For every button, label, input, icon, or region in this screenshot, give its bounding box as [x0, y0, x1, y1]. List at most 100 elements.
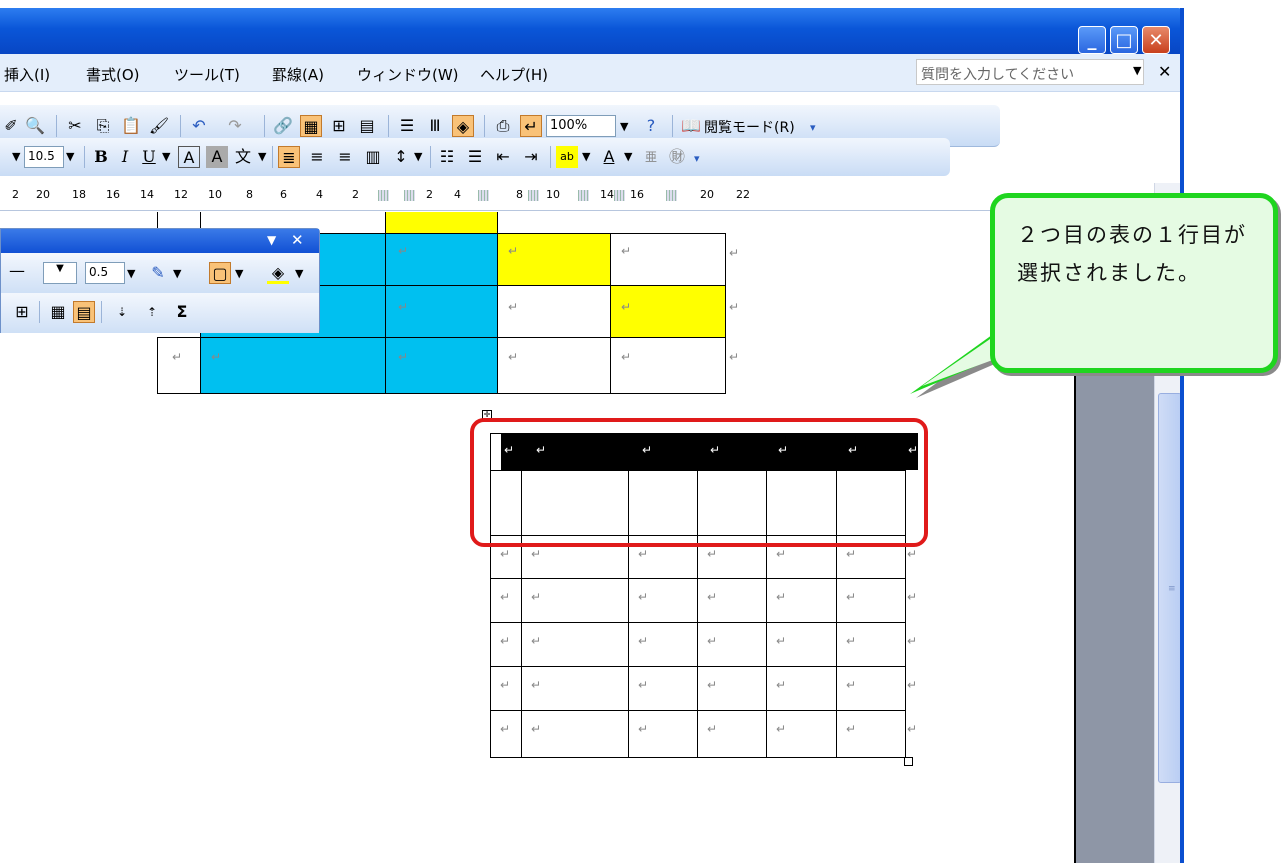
- align-right-icon[interactable]: ≡: [334, 146, 356, 168]
- shading-dropdown-icon[interactable]: ▼: [295, 267, 303, 280]
- paste-icon[interactable]: 📋: [120, 115, 142, 137]
- font-size-dropdown-icon[interactable]: ▼: [66, 150, 74, 163]
- table-cell[interactable]: ↵: [497, 337, 611, 394]
- table-column-marker[interactable]: [478, 190, 489, 201]
- sort-ascending-icon[interactable]: ⇣: [111, 301, 133, 323]
- align-center-icon[interactable]: ≡: [306, 146, 328, 168]
- toolbar2-options-icon[interactable]: ▾: [694, 152, 700, 165]
- menu-format[interactable]: 書式(O): [86, 64, 140, 85]
- numbering-icon[interactable]: ☷: [436, 146, 458, 168]
- toolbar-menu-icon[interactable]: ▼: [267, 233, 276, 247]
- insert-table-icon[interactable]: ⊞: [328, 115, 350, 137]
- table-column-marker[interactable]: [666, 190, 677, 201]
- phonetic-guide-icon[interactable]: 亜: [640, 146, 662, 168]
- decrease-indent-icon[interactable]: ⇤: [492, 146, 514, 168]
- font-color-dropdown-icon[interactable]: ▼: [624, 150, 632, 163]
- align-left-icon[interactable]: ≣: [278, 146, 300, 168]
- table-cell[interactable]: ↵: [200, 337, 386, 394]
- show-hide-icon[interactable]: ↵: [520, 115, 542, 137]
- outside-border-icon[interactable]: ▢: [209, 262, 231, 284]
- tables-borders-icon[interactable]: ▦: [300, 115, 322, 137]
- print-preview-icon[interactable]: ⎙: [492, 115, 514, 137]
- line-weight-box[interactable]: 0.5: [85, 262, 125, 284]
- menu-insert[interactable]: 挿入(I): [4, 64, 50, 85]
- table-column-marker[interactable]: [404, 190, 415, 201]
- table-resize-handle[interactable]: [904, 757, 913, 766]
- scroll-thumb[interactable]: ≡: [1158, 393, 1182, 783]
- toolbar-options-icon[interactable]: ▾: [810, 121, 816, 134]
- help-icon[interactable]: ?: [640, 115, 662, 137]
- distribute-rows-icon[interactable]: ⊞: [11, 301, 33, 323]
- menu-window[interactable]: ウィンドウ(W): [357, 64, 459, 85]
- font-size-box[interactable]: 10.5: [24, 146, 64, 168]
- outside-border-dropdown-icon[interactable]: ▼: [235, 267, 243, 280]
- char-scale-icon[interactable]: 文: [232, 146, 254, 168]
- zoom-box[interactable]: 100%: [546, 115, 616, 137]
- menu-table[interactable]: 罫線(A): [272, 64, 324, 85]
- char-scale-dropdown-icon[interactable]: ▼: [258, 150, 266, 163]
- underline-dropdown-icon[interactable]: ▼: [162, 150, 170, 163]
- table-cell[interactable]: ↵: [497, 285, 611, 338]
- research-icon[interactable]: 🔍: [24, 115, 46, 137]
- char-border-icon[interactable]: A: [178, 146, 200, 168]
- help-question-input[interactable]: 質問を入力してください: [916, 59, 1144, 85]
- read-mode-button[interactable]: 閲覧モード(R): [704, 117, 795, 137]
- increase-indent-icon[interactable]: ⇥: [520, 146, 542, 168]
- font-color-icon[interactable]: A: [598, 146, 620, 168]
- underline-icon[interactable]: U: [138, 146, 160, 168]
- read-mode-icon[interactable]: 📖: [680, 115, 702, 137]
- show-gridlines-icon[interactable]: ▤: [73, 301, 95, 323]
- style-dropdown-icon[interactable]: ▼: [12, 150, 20, 163]
- bullets-icon[interactable]: ☰: [464, 146, 486, 168]
- undo-icon[interactable]: ↶: [188, 115, 210, 137]
- menu-help[interactable]: ヘルプ(H): [480, 64, 548, 85]
- enclosed-char-icon[interactable]: ㊖: [666, 146, 688, 168]
- highlight-dropdown-icon[interactable]: ▼: [582, 150, 590, 163]
- table-cell[interactable]: ↵: [385, 285, 498, 338]
- zoom-dropdown-icon[interactable]: ▼: [620, 120, 628, 133]
- table-cell[interactable]: ↵: [385, 233, 498, 286]
- format-painter-icon[interactable]: 🖌: [148, 115, 170, 137]
- table-cell[interactable]: ↵: [610, 285, 726, 338]
- copy-icon[interactable]: ⎘: [92, 115, 114, 137]
- line-weight-dropdown-icon[interactable]: ▼: [127, 267, 135, 280]
- toolbar-title-bar[interactable]: ▼ ✕: [1, 229, 319, 253]
- insert-excel-icon[interactable]: ▤: [356, 115, 378, 137]
- drawing-icon[interactable]: Ⅲ: [424, 115, 446, 137]
- columns-icon[interactable]: ☰: [396, 115, 418, 137]
- table-column-marker[interactable]: [614, 190, 625, 201]
- table-column-marker[interactable]: [578, 190, 589, 201]
- char-shading-icon[interactable]: A: [206, 146, 228, 168]
- table-cell[interactable]: ↵: [157, 337, 201, 394]
- table-cell[interactable]: ↵: [610, 337, 726, 394]
- line-style-icon[interactable]: —: [9, 261, 25, 280]
- menu-tools[interactable]: ツール(T): [174, 64, 240, 85]
- cut-icon[interactable]: ✂: [64, 115, 86, 137]
- autosum-icon[interactable]: Σ: [171, 301, 193, 323]
- italic-icon[interactable]: I: [114, 146, 136, 168]
- line-spacing-dropdown-icon[interactable]: ▼: [414, 150, 422, 163]
- sort-descending-icon[interactable]: ⇡: [141, 301, 163, 323]
- toolbar-close-icon[interactable]: ✕: [291, 231, 304, 249]
- document-map-icon[interactable]: ◈: [452, 115, 474, 137]
- line-style-dropdown[interactable]: ▼: [43, 262, 77, 284]
- pencil-icon[interactable]: ✐: [0, 115, 22, 137]
- highlight-icon[interactable]: ab: [556, 146, 578, 168]
- redo-icon[interactable]: ↷: [224, 115, 246, 137]
- help-dropdown-icon[interactable]: ▼: [1133, 64, 1141, 77]
- table-column-marker[interactable]: [528, 190, 539, 201]
- line-spacing-icon[interactable]: ↕: [390, 146, 412, 168]
- close-document-icon[interactable]: ✕: [1158, 62, 1171, 81]
- table-cell[interactable]: [385, 212, 498, 234]
- maximize-button[interactable]: □: [1110, 26, 1138, 54]
- bold-icon[interactable]: B: [90, 146, 112, 168]
- table-cell[interactable]: ↵: [497, 233, 611, 286]
- border-color-dropdown-icon[interactable]: ▼: [173, 267, 181, 280]
- border-color-icon[interactable]: ✎: [147, 262, 169, 284]
- distributed-icon[interactable]: ▥: [362, 146, 384, 168]
- table-column-marker[interactable]: [378, 190, 389, 201]
- minimize-button[interactable]: _: [1078, 26, 1106, 54]
- table-cell[interactable]: ↵: [610, 233, 726, 286]
- hyperlink-icon[interactable]: 🔗: [272, 115, 294, 137]
- table-cell[interactable]: ↵: [385, 337, 498, 394]
